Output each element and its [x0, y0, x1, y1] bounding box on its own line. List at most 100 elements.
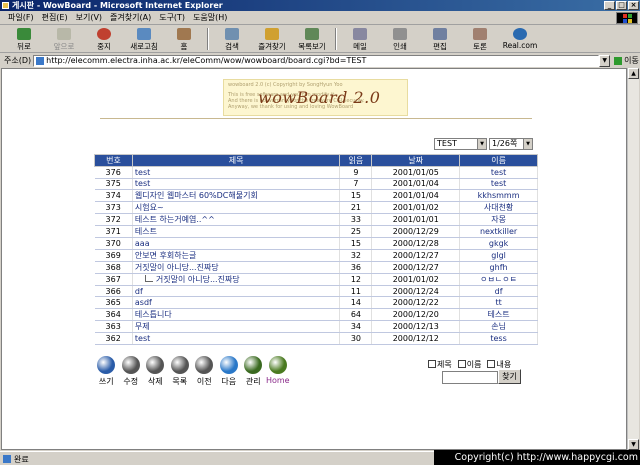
address-dropdown-button[interactable]: ▼: [599, 54, 611, 67]
post-author[interactable]: test: [459, 178, 538, 191]
forward-button[interactable]: 앞으로: [44, 26, 84, 53]
post-title[interactable]: 거짓말이 아니당...진짜당: [132, 273, 341, 286]
table-row: 365 asdf 14 2000/12/22 tt: [94, 296, 538, 309]
menu-favorites[interactable]: 즐겨찾기(A): [110, 12, 151, 23]
post-author[interactable]: kkhsmmm: [459, 189, 538, 203]
realcom-button[interactable]: Real.com: [500, 26, 540, 53]
post-author[interactable]: glgl: [459, 249, 538, 262]
post-title[interactable]: asdf: [132, 296, 341, 309]
wowboard-logo: wowBoard 2.0: [258, 88, 381, 107]
edit-button[interactable]: 편집: [420, 26, 460, 53]
post-title[interactable]: 테스트: [132, 225, 341, 239]
stop-button[interactable]: 중지: [84, 26, 124, 53]
post-views: 12: [339, 273, 373, 286]
post-date: 2001/01/04: [371, 178, 461, 191]
refresh-button[interactable]: 새로고침: [124, 26, 164, 53]
forward-arrow-icon: [57, 28, 71, 40]
nav-home-button[interactable]: Home: [266, 356, 291, 387]
nav-edit-button[interactable]: 수정: [119, 356, 144, 387]
menu-tools[interactable]: 도구(T): [159, 12, 185, 23]
post-author[interactable]: nextkiller: [459, 225, 538, 239]
post-author[interactable]: gkgk: [459, 237, 538, 250]
nav-write-button[interactable]: 쓰기: [94, 356, 119, 387]
post-views: 25: [339, 225, 373, 239]
page-done-icon: [3, 455, 11, 463]
go-button[interactable]: 이동: [614, 55, 639, 66]
post-title[interactable]: test: [132, 166, 341, 179]
status-text: 완료: [14, 455, 29, 464]
favorites-button[interactable]: 즐겨찾기: [252, 26, 292, 53]
post-views: 30: [339, 332, 373, 345]
post-title[interactable]: 무제: [132, 320, 341, 333]
menu-help[interactable]: 도움말(H): [193, 12, 227, 23]
edit-icon: [121, 356, 140, 374]
search-opt-title[interactable]: 제목: [428, 359, 452, 370]
checkbox[interactable]: [487, 360, 496, 368]
post-author[interactable]: 손님: [459, 320, 538, 333]
nav-previous-button[interactable]: 이전: [192, 356, 217, 387]
post-title[interactable]: 시험요~: [132, 201, 341, 215]
post-author[interactable]: df: [459, 285, 538, 298]
nav-admin-button[interactable]: 관리: [241, 356, 266, 387]
menu-edit[interactable]: 편집(E): [42, 12, 68, 23]
search-button[interactable]: 찾기: [498, 369, 521, 384]
board-select[interactable]: TEST ▼: [434, 138, 487, 150]
post-title[interactable]: 웹디자인 웹마스터 60%DC해물기회: [132, 189, 341, 203]
search-opt-name[interactable]: 이름: [457, 359, 481, 370]
board-nav: 쓰기 수정 삭제 목록 이전 다음 관리 Home: [94, 356, 290, 387]
post-number: 372: [94, 213, 133, 227]
post-title[interactable]: df: [132, 285, 341, 298]
post-author[interactable]: 테스트: [459, 308, 538, 321]
table-row: 362 test 30 2000/12/12 tess: [94, 332, 538, 345]
mail-button[interactable]: 메일: [340, 26, 380, 53]
post-views: 33: [339, 213, 373, 227]
minimize-button[interactable]: _: [604, 1, 615, 10]
post-number: 376: [94, 166, 133, 179]
post-title[interactable]: 테스트 하는거예염..^^: [132, 213, 341, 227]
post-number: 369: [94, 249, 133, 262]
post-author[interactable]: ghfh: [459, 261, 538, 274]
maximize-button[interactable]: □: [616, 1, 627, 10]
post-author[interactable]: 자몽: [459, 213, 538, 227]
close-button[interactable]: ×: [628, 1, 639, 10]
home-button[interactable]: 홈: [164, 26, 204, 53]
post-author[interactable]: ㅇㅂㄴㅇㅌ: [459, 273, 538, 286]
back-button[interactable]: 뒤로: [4, 26, 44, 53]
ie-app-icon: [2, 2, 9, 9]
address-url: http://elecomm.electra.inha.ac.kr/eleCom…: [46, 55, 367, 65]
discuss-button[interactable]: 토론: [460, 26, 500, 53]
post-author[interactable]: 사대천황: [459, 201, 538, 215]
post-title[interactable]: test: [132, 178, 341, 191]
checkbox[interactable]: [457, 360, 466, 368]
history-button[interactable]: 목록보기: [292, 26, 332, 53]
address-input[interactable]: http://elecomm.electra.inha.ac.kr/eleCom…: [33, 54, 600, 67]
nav-list-button[interactable]: 목록: [168, 356, 193, 387]
post-author[interactable]: test: [459, 166, 538, 179]
print-button[interactable]: 인쇄: [380, 26, 420, 53]
menu-view[interactable]: 보기(V): [76, 12, 102, 23]
table-row: 367 거짓말이 아니당...진짜당 12 2001/01/02 ㅇㅂㄴㅇㅌ: [94, 273, 538, 286]
vertical-scrollbar[interactable]: ▲ ▼: [627, 68, 639, 450]
post-views: 15: [339, 237, 373, 250]
checkbox[interactable]: [428, 360, 436, 368]
scroll-up-button[interactable]: ▲: [628, 68, 639, 79]
post-author[interactable]: tt: [459, 296, 538, 309]
post-title[interactable]: 거짓말이 아니당...진짜당: [132, 261, 341, 274]
nav-next-button[interactable]: 다음: [217, 356, 242, 387]
previous-icon: [195, 356, 214, 374]
nav-delete-button[interactable]: 삭제: [143, 356, 168, 387]
table-row: 374 웹디자인 웹마스터 60%DC해물기회 15 2001/01/04 kkhsmm…: [94, 189, 538, 203]
history-icon: [305, 28, 319, 40]
post-date: 2001/01/02: [371, 273, 461, 286]
scroll-down-button[interactable]: ▼: [628, 439, 639, 450]
post-author[interactable]: tess: [459, 332, 538, 345]
post-title[interactable]: 안보면 후회하는글: [132, 249, 341, 262]
post-title[interactable]: test: [132, 332, 341, 345]
search-input[interactable]: [442, 371, 498, 384]
page-select[interactable]: 1/26쪽 ▼: [489, 138, 533, 150]
post-views: 15: [339, 189, 373, 203]
menu-file[interactable]: 파일(F): [8, 12, 34, 23]
post-title[interactable]: 테스틉니다: [132, 308, 341, 321]
post-title[interactable]: aaa: [132, 237, 341, 250]
search-button[interactable]: 검색: [212, 26, 252, 53]
